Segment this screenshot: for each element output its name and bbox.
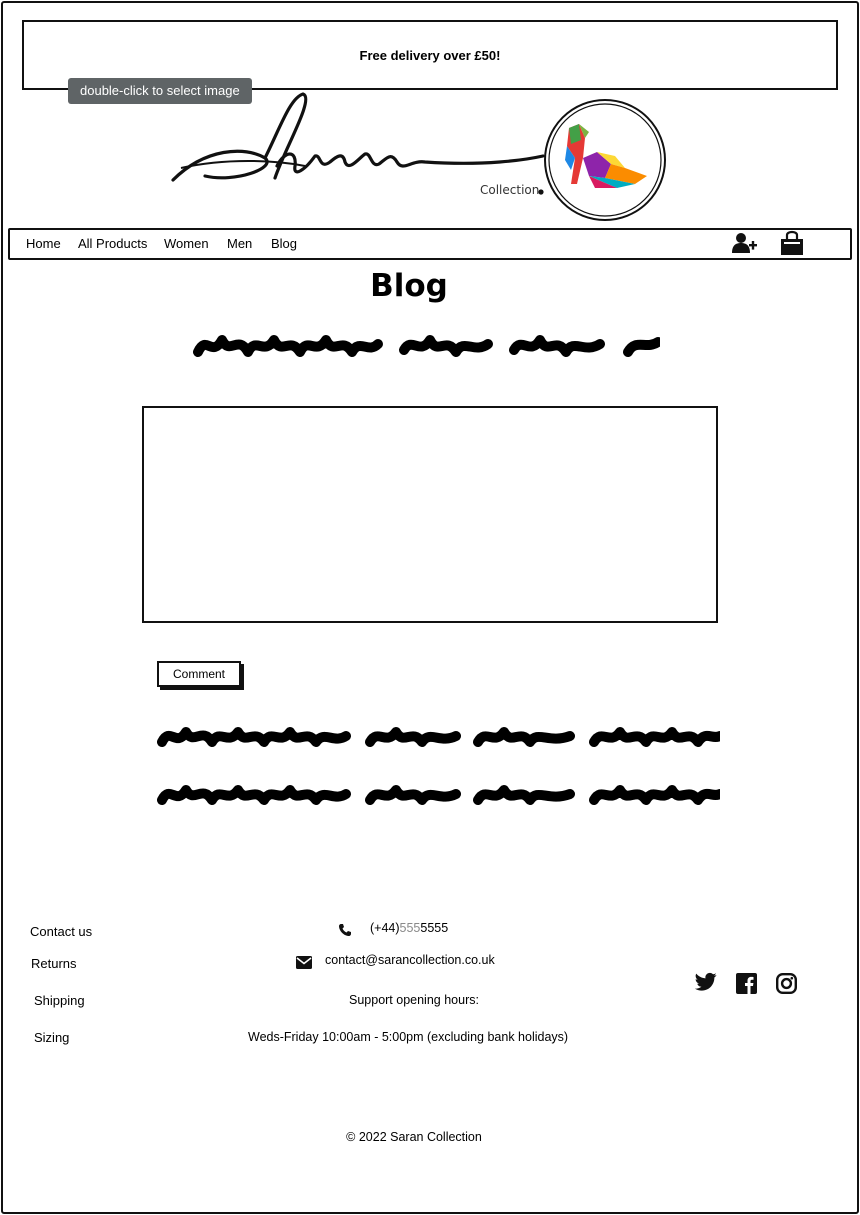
twitter-icon[interactable] (695, 972, 717, 992)
blog-headline-placeholder (193, 335, 660, 357)
footer-email[interactable]: contact@sarancollection.co.uk (325, 953, 495, 967)
comment-placeholder-line-2 (157, 785, 720, 805)
phone-icon (339, 924, 351, 936)
footer-phone[interactable]: (+44)5555555 (370, 921, 448, 935)
phone-suffix: 5555 (420, 921, 449, 935)
support-hours: Weds-Friday 10:00am - 5:00pm (excluding … (248, 1030, 569, 1044)
main-nav: Home All Products Women Men Blog (8, 228, 852, 260)
copyright: © 2022 Saran Collection (346, 1130, 482, 1144)
page-title: Blog (370, 268, 448, 304)
support-hours-title: Support opening hours: (349, 993, 479, 1007)
comment-placeholder-line-1 (157, 727, 720, 747)
comment-button[interactable]: Comment (157, 661, 241, 687)
nav-item-men[interactable]: Men (227, 236, 252, 251)
footer-link-returns[interactable]: Returns (31, 956, 77, 971)
footer-link-shipping[interactable]: Shipping (34, 993, 85, 1008)
phone-mid: 555 (399, 921, 421, 935)
nav-item-all-products[interactable]: All Products (78, 236, 147, 251)
footer-link-contact-us[interactable]: Contact us (30, 924, 92, 939)
nav-item-blog[interactable]: Blog (271, 236, 297, 251)
shopping-bag-icon[interactable] (780, 230, 804, 256)
envelope-icon (296, 956, 312, 969)
logo-caption: Collection (480, 183, 539, 197)
brand-logo[interactable]: Collection (165, 88, 675, 223)
comment-textarea[interactable] (142, 406, 718, 623)
footer-link-sizing[interactable]: Sizing (34, 1030, 69, 1045)
add-user-icon[interactable] (732, 232, 758, 254)
nav-item-women[interactable]: Women (164, 236, 209, 251)
nav-item-home[interactable]: Home (26, 236, 61, 251)
promo-banner-text: Free delivery over £50! (359, 47, 501, 63)
facebook-icon[interactable] (736, 973, 757, 994)
instagram-icon[interactable] (776, 973, 797, 994)
phone-prefix: (+44) (370, 921, 400, 935)
